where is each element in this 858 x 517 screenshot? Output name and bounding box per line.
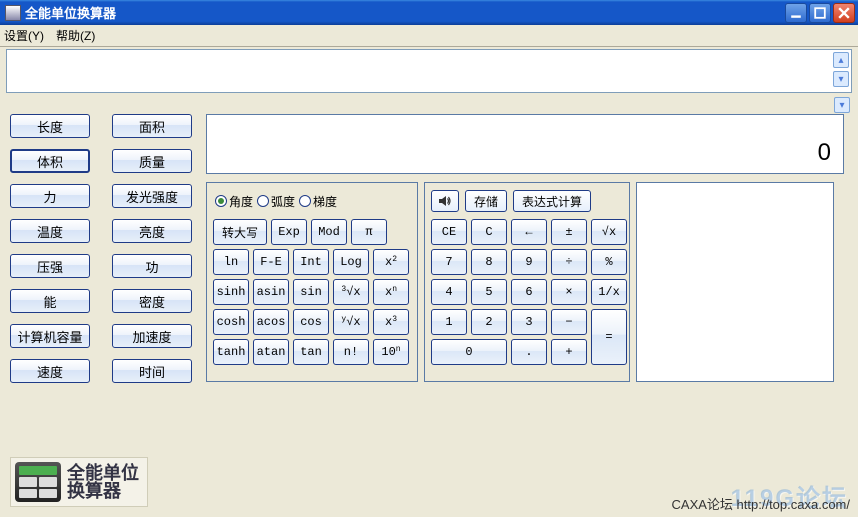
sci-key[interactable]: ln	[213, 249, 249, 275]
client-area: ▴ ▾ ▾ 长度面积体积质量力发光强度温度亮度压强功能密度计算机容量加速度速度时…	[0, 49, 858, 517]
logo-text: 全能单位 换算器	[67, 464, 139, 500]
logo-block: 全能单位 换算器	[10, 457, 148, 507]
category-panel: 长度面积体积质量力发光强度温度亮度压强功能密度计算机容量加速度速度时间	[10, 114, 196, 394]
num-key[interactable]: ±	[551, 219, 587, 245]
category-button[interactable]: 长度	[10, 114, 90, 138]
num-key[interactable]: √x	[591, 219, 627, 245]
sci-key[interactable]: acos	[253, 309, 289, 335]
speaker-button[interactable]	[431, 190, 459, 212]
titlebar: 全能单位换算器	[0, 0, 858, 25]
num-key[interactable]: CE	[431, 219, 467, 245]
num-key[interactable]: +	[551, 339, 587, 365]
menu-settings[interactable]: 设置(Y)	[4, 27, 44, 44]
category-button[interactable]: 体积	[10, 149, 90, 173]
scroll-up-icon[interactable]: ▴	[833, 52, 849, 68]
sci-key[interactable]: 3√x	[333, 279, 369, 305]
sci-key[interactable]: x3	[373, 309, 409, 335]
num-key[interactable]: 3	[511, 309, 547, 335]
sci-key[interactable]: y√x	[333, 309, 369, 335]
footer-text: CAXA论坛 http://top.caxa.com/	[672, 494, 850, 513]
sci-key[interactable]: cosh	[213, 309, 249, 335]
app-icon	[5, 5, 21, 21]
scroll-down-icon[interactable]: ▾	[833, 71, 849, 87]
sci-key[interactable]: xn	[373, 279, 409, 305]
num-key[interactable]: ×	[551, 279, 587, 305]
num-key[interactable]: .	[511, 339, 547, 365]
num-key[interactable]: 2	[471, 309, 507, 335]
minimize-button[interactable]	[785, 3, 807, 23]
num-key[interactable]: 5	[471, 279, 507, 305]
sci-key[interactable]: sinh	[213, 279, 249, 305]
sci-key[interactable]: Mod	[311, 219, 347, 245]
num-key[interactable]: 6	[511, 279, 547, 305]
sci-key[interactable]: asin	[253, 279, 289, 305]
sci-key[interactable]: cos	[293, 309, 329, 335]
window-title: 全能单位换算器	[25, 3, 785, 22]
category-button[interactable]: 时间	[112, 359, 192, 383]
sci-key[interactable]: tan	[293, 339, 329, 365]
category-button[interactable]: 压强	[10, 254, 90, 278]
sci-key[interactable]: x2	[373, 249, 409, 275]
radio-gradians[interactable]: 梯度	[299, 193, 337, 210]
sci-key[interactable]: π	[351, 219, 387, 245]
logo-icon	[15, 462, 61, 502]
speaker-icon	[438, 194, 452, 208]
num-key[interactable]: 4	[431, 279, 467, 305]
num-key[interactable]: C	[471, 219, 507, 245]
num-key[interactable]: −	[551, 309, 587, 335]
sci-key[interactable]: Int	[293, 249, 329, 275]
num-key[interactable]: 1/x	[591, 279, 627, 305]
radio-radians[interactable]: 弧度	[257, 193, 295, 210]
store-button[interactable]: 存储	[465, 190, 507, 212]
dropdown-icon[interactable]: ▾	[834, 97, 850, 113]
category-button[interactable]: 计算机容量	[10, 324, 90, 348]
category-button[interactable]: 温度	[10, 219, 90, 243]
menu-help[interactable]: 帮助(Z)	[56, 27, 95, 44]
equals-button[interactable]: =	[591, 309, 627, 365]
sci-key[interactable]: Log	[333, 249, 369, 275]
num-key[interactable]: 9	[511, 249, 547, 275]
scientific-panel: 角度 弧度 梯度 转大写ExpModπ lnF-EIntLogx2 sinhasi…	[206, 182, 418, 382]
expression-calc-button[interactable]: 表达式计算	[513, 190, 591, 212]
num-key[interactable]: ÷	[551, 249, 587, 275]
category-button[interactable]: 密度	[112, 289, 192, 313]
num-key[interactable]: 0	[431, 339, 507, 365]
sci-key[interactable]: sin	[293, 279, 329, 305]
category-button[interactable]: 亮度	[112, 219, 192, 243]
num-key[interactable]: 1	[431, 309, 467, 335]
category-button[interactable]: 能	[10, 289, 90, 313]
window-buttons	[785, 3, 855, 23]
category-button[interactable]: 质量	[112, 149, 192, 173]
category-button[interactable]: 发光强度	[112, 184, 192, 208]
category-button[interactable]: 力	[10, 184, 90, 208]
sci-key[interactable]: 10n	[373, 339, 409, 365]
close-button[interactable]	[833, 3, 855, 23]
sci-key[interactable]: atan	[253, 339, 289, 365]
category-button[interactable]: 面积	[112, 114, 192, 138]
sci-key[interactable]: n!	[333, 339, 369, 365]
sci-key[interactable]: F-E	[253, 249, 289, 275]
numeric-panel: 存储 表达式计算 CEC←±√x 789÷% 456×1/x 123−= 0.+	[424, 182, 630, 382]
maximize-button[interactable]	[809, 3, 831, 23]
num-key[interactable]: %	[591, 249, 627, 275]
radio-degrees[interactable]: 角度	[215, 193, 253, 210]
sci-key[interactable]: tanh	[213, 339, 249, 365]
menubar: 设置(Y) 帮助(Z)	[0, 25, 858, 47]
num-key[interactable]: 8	[471, 249, 507, 275]
result-value: 0	[818, 139, 831, 167]
num-key[interactable]: 7	[431, 249, 467, 275]
category-button[interactable]: 加速度	[112, 324, 192, 348]
calculator-frame: 0 角度 弧度 梯度 转大写ExpModπ lnF-EIntLogx2sinha…	[206, 114, 844, 446]
result-display: 0	[206, 114, 844, 174]
sci-key[interactable]: Exp	[271, 219, 307, 245]
category-button[interactable]: 功	[112, 254, 192, 278]
side-list-panel[interactable]	[636, 182, 834, 382]
top-display-area[interactable]: ▴ ▾	[6, 49, 852, 93]
category-button[interactable]: 速度	[10, 359, 90, 383]
sci-key[interactable]: 转大写	[213, 219, 267, 245]
angle-mode-row: 角度 弧度 梯度	[213, 189, 411, 213]
num-key[interactable]: ←	[511, 219, 547, 245]
